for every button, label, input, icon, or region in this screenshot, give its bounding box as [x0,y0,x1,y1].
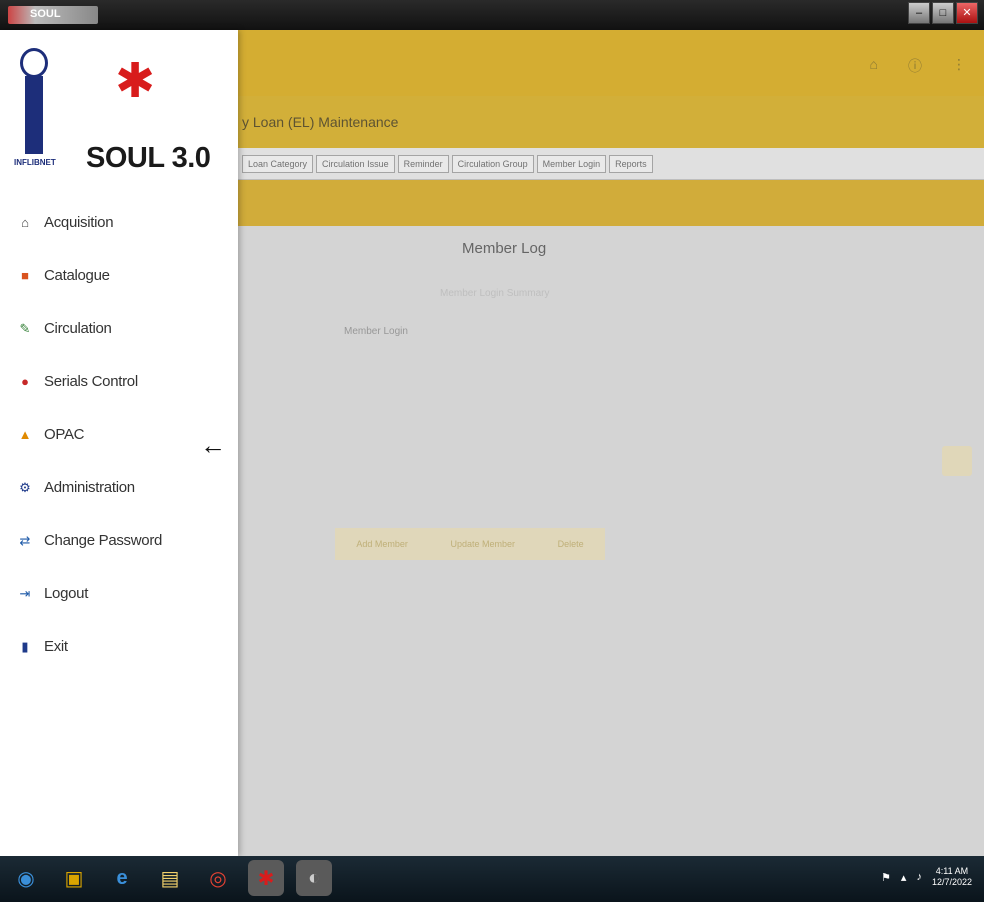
administration-icon: ⚙ [19,479,31,495]
menu-label: Catalogue [44,267,110,284]
menu-label: Exit [44,638,68,655]
menu-item-circulation[interactable]: ✎ Circulation [0,302,238,355]
start-button[interactable]: ◉ [8,860,44,896]
menu-item-acquisition[interactable]: ⌂ Acquisition [0,196,238,249]
menu-item-serials-control[interactable]: ● Serials Control [0,355,238,408]
opac-icon: ▲ [18,427,32,442]
menu-label: Administration [44,479,135,496]
minimize-button[interactable]: – [908,2,930,24]
window-title-chip: SOUL [8,6,98,24]
media-icon[interactable]: ◐ [296,860,332,896]
logo-caption: INFLIBNET [14,158,56,167]
catalogue-icon: ■ [21,268,29,283]
maximize-button[interactable]: □ [932,2,954,24]
volume-icon[interactable]: ♪ [916,871,922,883]
menu-label: OPAC [44,426,85,443]
app-icon[interactable]: ▣ [56,860,92,896]
taskbar-apps: ◉ ▣ e ▤ ◎ ✱ ◐ [8,860,332,896]
menu-item-catalogue[interactable]: ■ Catalogue [0,249,238,302]
globe-icon [20,48,48,78]
exit-icon: ▮ [21,638,29,654]
menu-label: Circulation [44,320,112,337]
window-title: SOUL [30,8,61,20]
acquisition-icon: ⌂ [21,215,29,230]
drawer-overlay[interactable] [238,30,984,856]
menu-label: Acquisition [44,214,114,231]
logo-stem [25,76,43,154]
tray-clock[interactable]: 4:11 AM 12/7/2022 [932,866,972,888]
arrow-left-icon[interactable]: ← [200,430,226,461]
chrome-icon[interactable]: ◎ [200,860,236,896]
soul-app-icon[interactable]: ✱ [248,860,284,896]
menu-item-exit[interactable]: ▮ Exit [0,620,238,673]
menu-label: Logout [44,585,89,602]
window-controls: – □ ✕ [908,2,978,24]
logout-icon: ⇥ [19,585,31,601]
ie-icon[interactable]: e [104,860,140,896]
explorer-icon[interactable]: ▤ [152,860,188,896]
flag-icon[interactable]: ⚑ [881,871,891,884]
navigation-drawer: INFLIBNET ✱ SOUL 3.0 ⌂ Acquisition ■ Cat… [0,30,238,856]
circulation-icon: ✎ [19,320,31,336]
system-tray: ⚑ ▴ ♪ 4:11 AM 12/7/2022 [881,866,972,888]
product-title: SOUL 3.0 [86,142,211,174]
menu-item-change-password[interactable]: ⇄ Change Password [0,514,238,567]
menu-label: Serials Control [44,373,138,390]
close-button[interactable]: ✕ [956,2,978,24]
menu-label: Change Password [44,532,163,549]
serials-icon: ● [21,374,29,389]
soul-logo-icon: ✱ [114,55,156,108]
window-titlebar: SOUL – □ ✕ [0,0,984,30]
network-icon[interactable]: ▴ [901,871,907,884]
change-password-icon: ⇄ [19,532,31,548]
inflibnet-logo: INFLIBNET [14,48,56,174]
taskbar: ◉ ▣ e ▤ ◎ ✱ ◐ ⚑ ▴ ♪ 4:11 AM 12/7/2022 [0,856,984,902]
menu-item-administration[interactable]: ⚙ Administration [0,461,238,514]
menu-item-logout[interactable]: ⇥ Logout [0,567,238,620]
